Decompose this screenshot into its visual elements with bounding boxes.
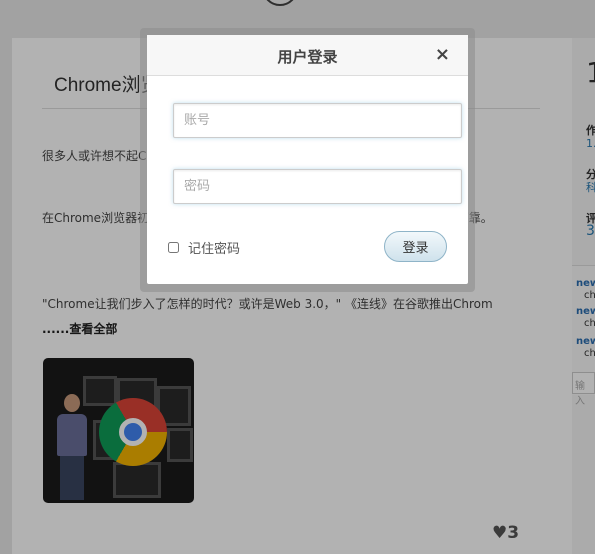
close-icon[interactable]: × bbox=[435, 44, 450, 65]
login-dialog: 用户登录 × 记住密码 登录 bbox=[147, 35, 468, 284]
remember-label: 记住密码 bbox=[188, 242, 241, 257]
remember-password[interactable]: 记住密码 bbox=[168, 238, 240, 257]
password-input[interactable] bbox=[173, 169, 462, 204]
login-button[interactable]: 登录 bbox=[384, 231, 447, 262]
remember-checkbox[interactable] bbox=[168, 242, 179, 253]
dialog-header: 用户登录 × bbox=[147, 35, 468, 76]
dialog-title: 用户登录 bbox=[277, 48, 338, 66]
account-input[interactable] bbox=[173, 103, 462, 138]
